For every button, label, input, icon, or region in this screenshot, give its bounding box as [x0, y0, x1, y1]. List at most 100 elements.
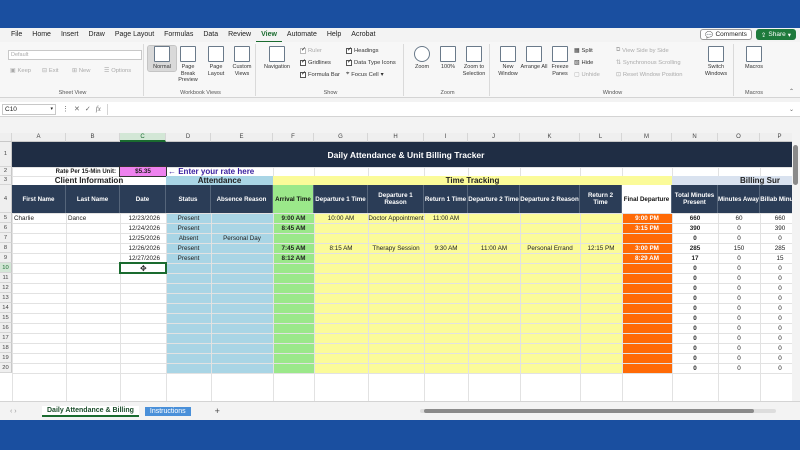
row-header-2[interactable]: 2 [0, 167, 12, 176]
row-header-4[interactable]: 4 [0, 185, 12, 213]
horizontal-scrollbar[interactable] [412, 408, 784, 414]
name-box[interactable]: C10 ▾ [2, 103, 56, 115]
normal-view-button[interactable]: Normal [147, 45, 177, 72]
cell-r9-c13[interactable]: 8:29 AM [622, 253, 672, 263]
cell-r6-c15[interactable]: 0 [718, 223, 760, 233]
column-header-j[interactable]: J [468, 133, 520, 142]
cell-r8-c8[interactable]: Therapy Session [368, 243, 424, 253]
cell-r5-c13[interactable]: 9:00 PM [622, 213, 672, 223]
tab-instructions[interactable]: Instructions [144, 406, 191, 416]
headings-checkbox[interactable]: Headings [346, 46, 379, 55]
row-header-9[interactable]: 9 [0, 253, 12, 263]
column-header-m[interactable]: M [622, 133, 672, 142]
cell-r7-c15[interactable]: 0 [718, 233, 760, 243]
rate-input[interactable]: $5.35 [119, 166, 167, 177]
column-header-o[interactable]: O [718, 133, 760, 142]
cell-r8-c4[interactable]: Present [166, 243, 211, 253]
gridlines-checkbox[interactable]: Gridlines [300, 58, 331, 67]
menu-draw[interactable]: Draw [83, 28, 109, 42]
cell-r5-c4[interactable]: Present [166, 213, 211, 223]
menu-formulas[interactable]: Formulas [159, 28, 198, 42]
row-header-10[interactable]: 10 [0, 263, 12, 273]
menu-home[interactable]: Home [27, 28, 56, 42]
cell-r9-c14[interactable]: 17 [672, 253, 718, 263]
data-type-icons-checkbox[interactable]: Data Type Icons [346, 58, 396, 67]
vertical-scrollbar[interactable] [792, 133, 800, 401]
keep-button[interactable]: ▣ Keep [10, 66, 31, 75]
row-header-16[interactable]: 16 [0, 323, 12, 333]
row-header-3[interactable]: 3 [0, 176, 12, 185]
ruler-checkbox[interactable]: Ruler [300, 46, 322, 55]
billing-zero-cell[interactable]: 0 [718, 293, 760, 303]
billing-zero-cell[interactable]: 0 [718, 323, 760, 333]
row-header-20[interactable]: 20 [0, 363, 12, 373]
cell-r6-c6[interactable]: 8:45 AM [273, 223, 314, 233]
menu-review[interactable]: Review [223, 28, 256, 42]
menu-acrobat[interactable]: Acrobat [346, 28, 380, 42]
macros-button[interactable]: Macros [740, 46, 768, 71]
cell-r9-c4[interactable]: Present [166, 253, 211, 263]
cell-r5-c2[interactable]: Dance [66, 213, 120, 223]
billing-zero-cell[interactable]: 0 [672, 263, 718, 273]
zoom-to-selection-button[interactable]: Zoom to Selection [460, 46, 488, 77]
worksheet-grid[interactable]: A B C D E F G H I J K L M N O P 1 2 3 4 5 6 7 8 9 10 11 12 13 14 15 16 1… [0, 133, 800, 401]
column-header-c[interactable]: C [120, 133, 166, 142]
billing-zero-cell[interactable]: 0 [718, 333, 760, 343]
row-header-19[interactable]: 19 [0, 353, 12, 363]
column-header-i[interactable]: I [424, 133, 468, 142]
zoom-100-button[interactable]: 100% [434, 46, 462, 71]
unhide-button[interactable]: ▢ Unhide [574, 70, 600, 79]
tab-daily-attendance[interactable]: Daily Attendance & Billing [42, 405, 139, 417]
page-break-preview-button[interactable]: Page Break Preview [174, 46, 202, 84]
cell-r8-c3[interactable]: 12/26/2026 [120, 243, 166, 253]
column-header-d[interactable]: D [166, 133, 211, 142]
column-header-n[interactable]: N [672, 133, 718, 142]
billing-zero-cell[interactable]: 0 [718, 353, 760, 363]
fx-icon[interactable]: fx [96, 105, 101, 113]
column-header-g[interactable]: G [314, 133, 368, 142]
cell-r8-c12[interactable]: 12:15 PM [580, 243, 622, 253]
menu-view[interactable]: View [256, 29, 282, 42]
cell-r7-c3[interactable]: 12/25/2026 [120, 233, 166, 243]
menu-file[interactable]: File [6, 28, 27, 42]
billing-zero-cell[interactable]: 0 [672, 353, 718, 363]
cell-r8-c10[interactable]: 11:00 AM [468, 243, 520, 253]
row-header-13[interactable]: 13 [0, 293, 12, 303]
formula-bar-checkbox[interactable]: Formula Bar [300, 70, 340, 79]
cell-r5-c15[interactable]: 60 [718, 213, 760, 223]
billing-zero-cell[interactable]: 0 [672, 293, 718, 303]
freeze-panes-button[interactable]: Freeze Panes [546, 46, 574, 77]
menu-insert[interactable]: Insert [56, 28, 84, 42]
cell-r8-c7[interactable]: 8:15 AM [314, 243, 368, 253]
exit-button[interactable]: ⊟ Exit [42, 66, 59, 75]
billing-zero-cell[interactable]: 0 [672, 323, 718, 333]
vertical-scroll-thumb[interactable] [793, 145, 798, 185]
billing-zero-cell[interactable]: 0 [718, 303, 760, 313]
billing-zero-cell[interactable]: 0 [672, 273, 718, 283]
cell-r8-c13[interactable]: 3:00 PM [622, 243, 672, 253]
cell-r7-c5[interactable]: Personal Day [211, 233, 273, 243]
menu-page-layout[interactable]: Page Layout [110, 28, 159, 42]
new-window-button[interactable]: New Window [494, 46, 522, 77]
focus-cell-button[interactable]: ⌖ Focus Cell ▾ [346, 70, 384, 79]
menu-data[interactable]: Data [198, 28, 223, 42]
share-button[interactable]: ⇪ Share ▾ [755, 29, 796, 40]
cell-r5-c9[interactable]: 11:00 AM [424, 213, 468, 223]
sheet-view-select[interactable]: Default [8, 50, 142, 60]
billing-zero-cell[interactable]: 0 [672, 363, 718, 373]
zoom-button[interactable]: Zoom [408, 46, 436, 71]
view-side-by-side-button[interactable]: ⧉ View Side by Side [616, 46, 669, 55]
cell-r5-c8[interactable]: Doctor Appointment [368, 213, 424, 223]
select-all-corner[interactable] [0, 133, 12, 142]
synchronous-scrolling-button[interactable]: ⇅ Synchronous Scrolling [616, 58, 681, 67]
row-header-8[interactable]: 8 [0, 243, 12, 253]
cell-r5-c14[interactable]: 660 [672, 213, 718, 223]
row-header-1[interactable]: 1 [0, 142, 12, 167]
cell-r5-c7[interactable]: 10:00 AM [314, 213, 368, 223]
expand-formula-bar-icon[interactable]: ⌄ [789, 106, 794, 113]
row-header-18[interactable]: 18 [0, 343, 12, 353]
cell-r8-c11[interactable]: Personal Errand [520, 243, 580, 253]
cell-r7-c4[interactable]: Absent [166, 233, 211, 243]
page-layout-button[interactable]: Page Layout [202, 46, 230, 77]
row-header-15[interactable]: 15 [0, 313, 12, 323]
